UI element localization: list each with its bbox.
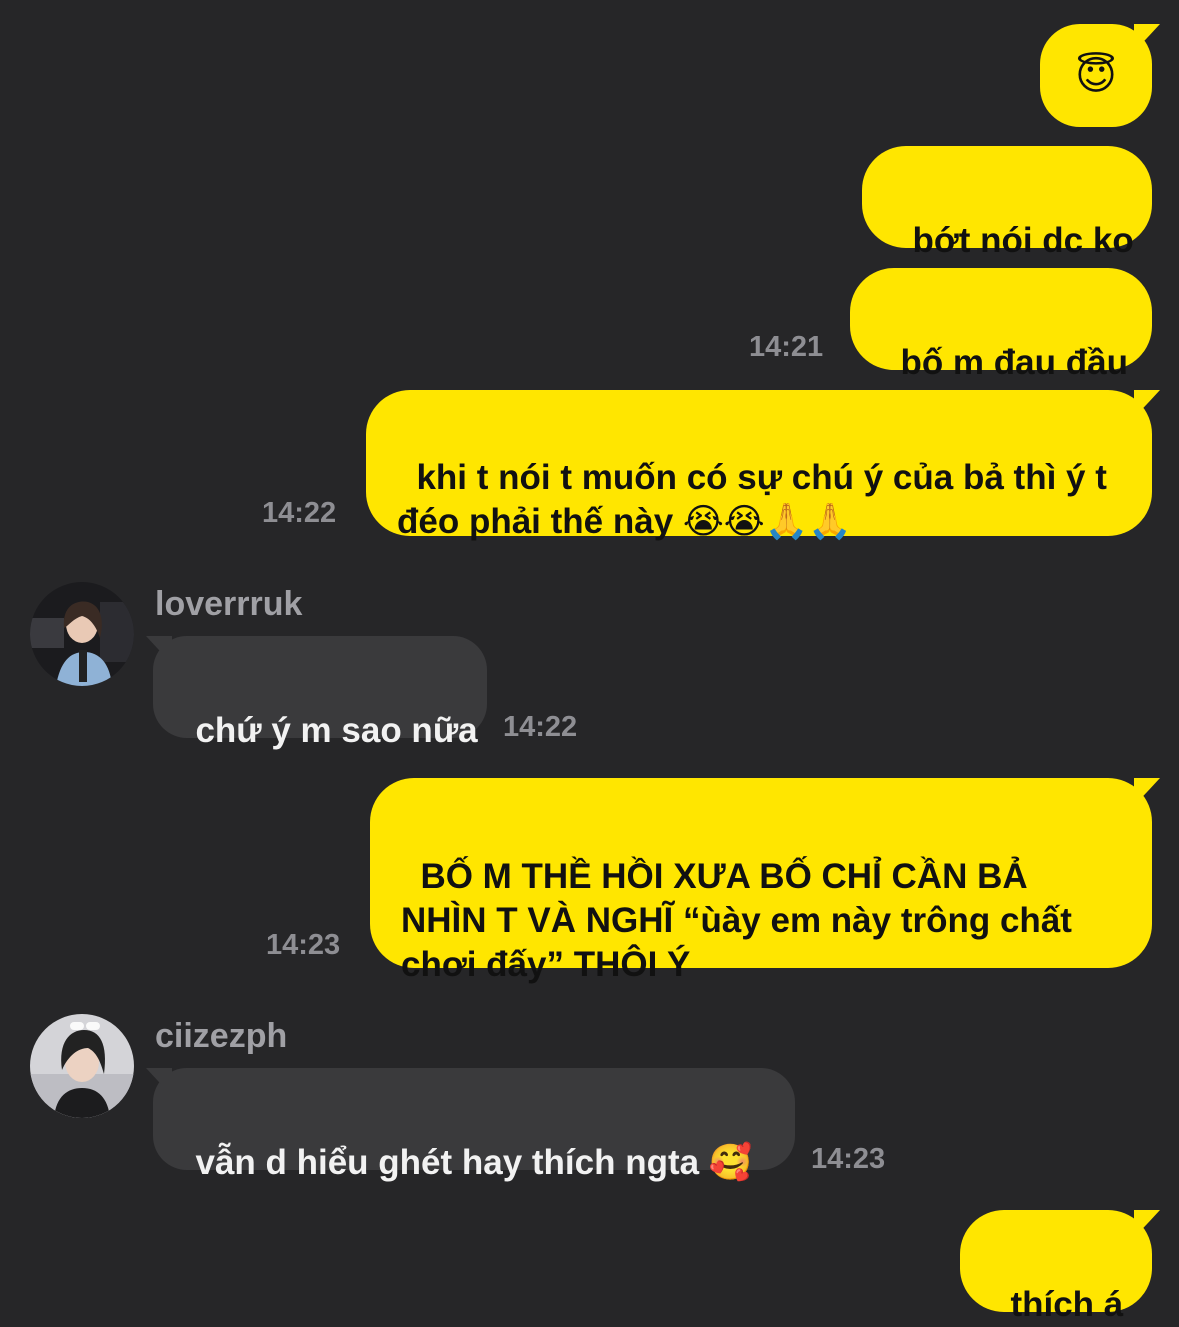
sender-name: ciizezph [155, 1017, 288, 1055]
message-timestamp: 14:22 [503, 711, 578, 743]
incoming-message[interactable]: vẫn d hiểu ghét hay thích ngta 🥰 [153, 1068, 795, 1182]
outgoing-message[interactable]: khi t nói t muốn có sự chú ý của bả thì … [366, 390, 1152, 541]
message-timestamp: 14:23 [266, 929, 341, 961]
message-text: bố m đau đầu [900, 343, 1128, 382]
message-timestamp: 14:21 [749, 331, 824, 363]
message-text: vẫn d hiểu ghét hay thích ngta 🥰 [195, 1143, 753, 1182]
message-text: chứ ý m sao nữa [195, 711, 478, 750]
outgoing-message[interactable]: BỐ M THỀ HỒI XƯA BỐ CHỈ CẦN BẢ NHÌN T VÀ… [370, 778, 1152, 984]
message-text: khi t nói t muốn có sự chú ý của bả thì … [397, 458, 1107, 541]
outgoing-message[interactable]: bớt nói dc ko [862, 146, 1152, 260]
incoming-message[interactable]: chứ ý m sao nữa [153, 636, 487, 750]
message-timestamp: 14:23 [811, 1143, 886, 1175]
message-text: bớt nói dc ko [912, 221, 1134, 260]
profile-photo-icon [30, 1014, 134, 1118]
profile-photo-icon [30, 582, 134, 686]
outgoing-message[interactable]: thích á [960, 1210, 1152, 1324]
smiling-face-with-halo-emoji: 😇 [1075, 52, 1117, 99]
outgoing-message[interactable]: bố m đau đầu [850, 268, 1152, 382]
avatar-ciizezph[interactable] [30, 1014, 134, 1118]
avatar-loverrruk[interactable] [30, 582, 134, 686]
message-text: BỐ M THỀ HỒI XƯA BỐ CHỈ CẦN BẢ NHÌN T VÀ… [401, 857, 1072, 984]
message-timestamp: 14:22 [262, 497, 337, 529]
message-text: thích á [1010, 1285, 1124, 1324]
sender-name: loverrruk [155, 585, 303, 623]
